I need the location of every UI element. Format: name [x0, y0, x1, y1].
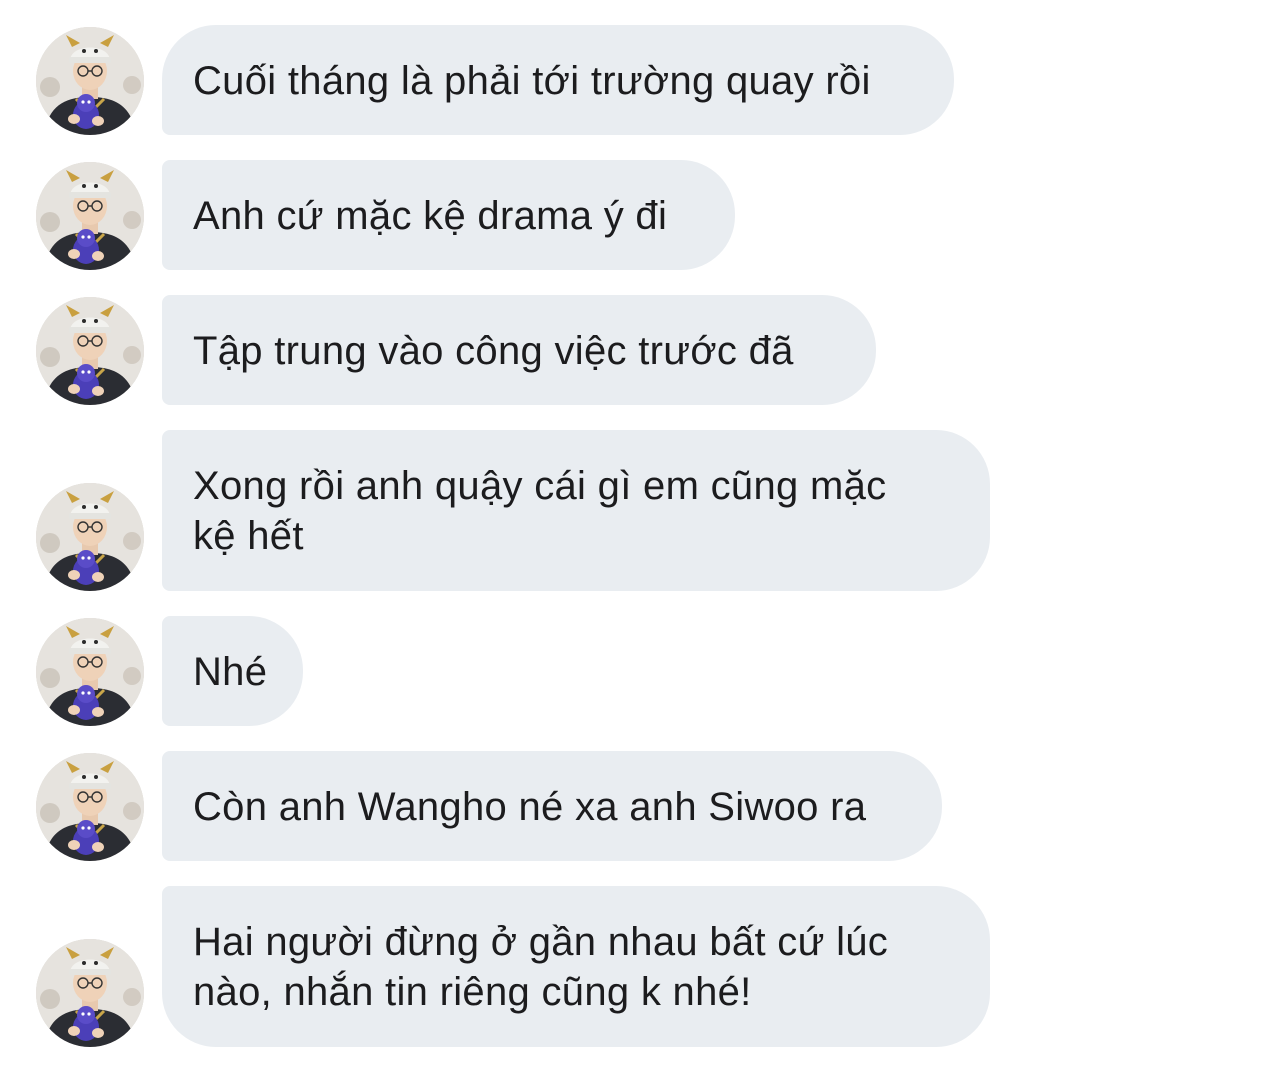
- sender-avatar-photo-icon: [36, 162, 144, 270]
- sender-avatar[interactable]: [36, 753, 144, 861]
- sender-avatar[interactable]: [36, 162, 144, 270]
- sender-avatar-photo-icon: [36, 483, 144, 591]
- sender-avatar[interactable]: [36, 483, 144, 591]
- sender-avatar[interactable]: [36, 27, 144, 135]
- sender-avatar[interactable]: [36, 618, 144, 726]
- sender-avatar-photo-icon: [36, 939, 144, 1047]
- message-bubble[interactable]: Anh cứ mặc kệ drama ý đi: [162, 160, 735, 270]
- message-bubble[interactable]: Cuối tháng là phải tới trường quay rồi: [162, 25, 954, 135]
- message-bubble[interactable]: Còn anh Wangho né xa anh Siwoo ra: [162, 751, 942, 861]
- sender-avatar[interactable]: [36, 297, 144, 405]
- sender-avatar-photo-icon: [36, 753, 144, 861]
- message-bubble[interactable]: Tập trung vào công việc trước đã: [162, 295, 876, 405]
- message-bubble[interactable]: Xong rồi anh quậy cái gì em cũng mặc kệ …: [162, 430, 990, 591]
- message-bubble[interactable]: Hai người đừng ở gần nhau bất cứ lúc nào…: [162, 886, 990, 1047]
- message-bubble[interactable]: Nhé: [162, 616, 303, 726]
- sender-avatar-photo-icon: [36, 297, 144, 405]
- sender-avatar[interactable]: [36, 939, 144, 1047]
- sender-avatar-photo-icon: [36, 27, 144, 135]
- sender-avatar-photo-icon: [36, 618, 144, 726]
